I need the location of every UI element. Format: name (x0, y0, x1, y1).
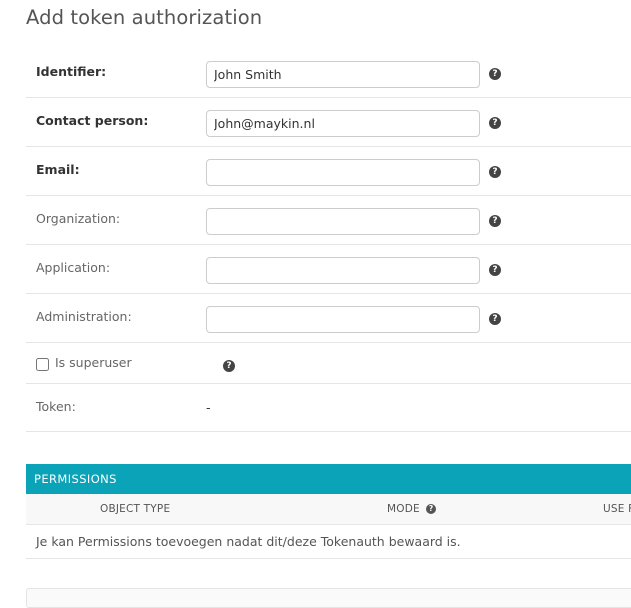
help-icon[interactable]: ? (426, 504, 436, 514)
contact-person-input[interactable] (206, 110, 480, 137)
application-input[interactable] (206, 257, 480, 284)
column-mode: MODE (387, 503, 420, 515)
email-input[interactable] (206, 159, 480, 186)
contact-person-row: Contact person: ? (26, 98, 631, 147)
permissions-message: Je kan Permissions toevoegen nadat dit/d… (26, 525, 631, 559)
token-label: Token: (36, 399, 76, 414)
column-object-type: OBJECT TYPE (100, 503, 171, 515)
token-value: - (206, 400, 211, 415)
token-row: Token: - (26, 384, 631, 432)
help-icon[interactable]: ? (489, 68, 501, 80)
application-row: Application: ? (26, 245, 631, 294)
organization-label: Organization: (36, 211, 121, 226)
help-icon[interactable]: ? (489, 166, 501, 178)
identifier-row: Identifier: ? (26, 49, 631, 98)
submit-row (26, 588, 631, 608)
help-icon[interactable]: ? (489, 264, 501, 276)
permissions-header: PERMISSIONS (26, 464, 631, 494)
help-icon[interactable]: ? (223, 360, 235, 372)
superuser-label[interactable]: Is superuser (55, 355, 132, 370)
email-row: Email: ? (26, 147, 631, 196)
organization-input[interactable] (206, 208, 480, 235)
organization-row: Organization: ? (26, 196, 631, 245)
identifier-input[interactable] (206, 61, 480, 88)
page-title: Add token authorization (26, 6, 263, 29)
administration-row: Administration: ? (26, 294, 631, 343)
permissions-column-headers: OBJECT TYPE MODE ? USE F (26, 494, 631, 525)
permissions-section: PERMISSIONS OBJECT TYPE MODE ? USE F Je … (26, 464, 631, 559)
token-form: Identifier: ? Contact person: ? Email: ?… (26, 49, 631, 432)
application-label: Application: (36, 260, 111, 275)
help-icon[interactable]: ? (489, 215, 501, 227)
administration-label: Administration: (36, 309, 132, 324)
help-icon[interactable]: ? (489, 117, 501, 129)
identifier-label: Identifier: (36, 64, 107, 79)
email-label: Email: (36, 162, 80, 177)
superuser-checkbox[interactable] (36, 358, 49, 371)
help-icon[interactable]: ? (489, 313, 501, 325)
contact-person-label: Contact person: (36, 113, 149, 128)
administration-input[interactable] (206, 306, 480, 333)
column-use: USE F (603, 503, 631, 515)
superuser-row: Is superuser ? (26, 343, 631, 384)
